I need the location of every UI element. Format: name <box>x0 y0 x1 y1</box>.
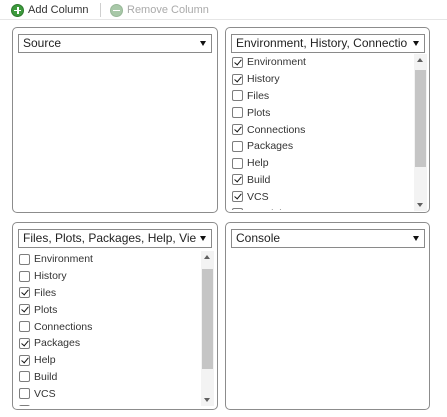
checkbox-label: Plots <box>247 106 271 119</box>
pane-top-right-select-value: Environment, History, Connectio <box>236 36 408 50</box>
checkbox[interactable] <box>19 337 30 349</box>
pane-bottom-left: Files, Plots, Packages, Help, Vie Enviro… <box>12 222 218 410</box>
checkbox-item-tutorial[interactable]: Tutorial <box>232 205 414 210</box>
checkbox-item-connections[interactable]: Connections <box>19 318 201 335</box>
scroll-up-arrow-icon[interactable] <box>204 255 210 259</box>
checkbox-item-tutorial[interactable]: Tutorial <box>19 402 201 406</box>
toolbar-divider <box>0 19 447 20</box>
checkbox[interactable] <box>232 107 243 119</box>
checkbox[interactable] <box>19 321 30 333</box>
toolbar: Add Column Remove Column <box>0 0 447 20</box>
chevron-down-icon <box>200 41 206 46</box>
add-column-label: Add Column <box>28 4 89 16</box>
checkbox-label: Files <box>247 89 270 102</box>
checkbox[interactable] <box>232 124 243 136</box>
checkbox[interactable] <box>19 371 30 383</box>
checkbox-label: Build <box>34 370 58 383</box>
checkbox-item-packages[interactable]: Packages <box>232 138 414 155</box>
checkbox-item-environment[interactable]: Environment <box>232 54 414 71</box>
remove-column-button[interactable]: Remove Column <box>110 2 209 18</box>
scroll-up-arrow-icon[interactable] <box>417 58 423 62</box>
scroll-down-arrow-icon[interactable] <box>417 203 423 207</box>
add-circle-icon <box>11 3 24 17</box>
checkbox-item-vcs[interactable]: VCS <box>232 188 414 205</box>
checkbox-item-connections[interactable]: Connections <box>232 121 414 138</box>
scroll-down-arrow-icon[interactable] <box>204 398 210 402</box>
remove-circle-icon <box>110 3 123 17</box>
pane-bottom-left-select[interactable]: Files, Plots, Packages, Help, Vie <box>18 229 212 248</box>
checkbox-label: VCS <box>34 387 56 400</box>
checkbox-label: Connections <box>247 123 306 136</box>
pane-top-right: Environment, History, Connectio Environm… <box>225 27 430 213</box>
pane-bottom-right-select[interactable]: Console <box>231 229 425 248</box>
checkbox[interactable] <box>232 73 243 85</box>
checkbox-label: Connections <box>34 320 93 333</box>
pane-top-left-select[interactable]: Source <box>18 34 212 53</box>
checkbox[interactable] <box>232 157 243 169</box>
pane-top-left-select-value: Source <box>23 36 62 50</box>
checkbox[interactable] <box>19 304 30 316</box>
toolbar-separator <box>100 3 101 17</box>
checkbox-item-history[interactable]: History <box>19 268 201 285</box>
scrollbar-thumb[interactable] <box>415 70 426 167</box>
checkbox-item-plots[interactable]: Plots <box>19 301 201 318</box>
checkbox-label: Build <box>247 173 271 186</box>
checkbox-item-help[interactable]: Help <box>232 155 414 172</box>
pane-bottom-right-select-value: Console <box>236 231 281 245</box>
checkbox[interactable] <box>19 388 30 400</box>
checkbox[interactable] <box>232 56 243 68</box>
checkbox-label: Environment <box>34 253 93 266</box>
checkbox[interactable] <box>19 253 30 265</box>
checkbox-label: Plots <box>34 303 58 316</box>
pane-bottom-left-list: Environment History Files Plots Connections P… <box>19 251 201 406</box>
checkbox-item-packages[interactable]: Packages <box>19 335 201 352</box>
chevron-down-icon <box>413 236 419 241</box>
checkbox[interactable] <box>19 287 30 299</box>
checkbox[interactable] <box>232 191 243 203</box>
checkbox-label: Packages <box>34 337 81 350</box>
checkbox-item-files[interactable]: Files <box>232 88 414 105</box>
checkbox[interactable] <box>19 405 30 406</box>
checkbox-item-help[interactable]: Help <box>19 352 201 369</box>
scrollbar-thumb[interactable] <box>202 269 213 369</box>
checkbox[interactable] <box>19 354 30 366</box>
checkbox-item-environment[interactable]: Environment <box>19 251 201 268</box>
pane-top-right-list: Environment History Files Plots Connections P… <box>232 54 414 210</box>
checkbox-label: Tutorial <box>34 405 69 406</box>
checkbox-item-history[interactable]: History <box>232 71 414 88</box>
add-column-button[interactable]: Add Column <box>11 2 89 18</box>
checkbox-label: Environment <box>247 56 306 69</box>
checkbox-item-vcs[interactable]: VCS <box>19 385 201 402</box>
checkbox-label: History <box>34 270 67 283</box>
checkbox[interactable] <box>232 174 243 186</box>
checkbox-label: VCS <box>247 190 269 203</box>
pane-top-right-select[interactable]: Environment, History, Connectio <box>231 34 425 53</box>
chevron-down-icon <box>413 41 419 46</box>
pane-bottom-left-select-value: Files, Plots, Packages, Help, Vie <box>23 231 197 245</box>
checkbox-label: Files <box>34 286 57 299</box>
pane-bottom-left-scrollbar[interactable] <box>201 251 214 406</box>
checkbox-item-build[interactable]: Build <box>232 172 414 189</box>
checkbox-label: Packages <box>247 140 294 153</box>
pane-top-left: Source <box>12 27 218 213</box>
checkbox-label: Tutorial <box>247 208 282 210</box>
checkbox-item-build[interactable]: Build <box>19 369 201 386</box>
checkbox-label: Help <box>34 354 56 367</box>
pane-top-right-scrollbar[interactable] <box>414 54 427 211</box>
pane-bottom-right: Console <box>225 222 430 410</box>
chevron-down-icon <box>200 236 206 241</box>
checkbox[interactable] <box>232 208 243 210</box>
checkbox-label: History <box>247 73 280 86</box>
checkbox[interactable] <box>232 140 243 152</box>
checkbox-item-files[interactable]: Files <box>19 285 201 302</box>
checkbox[interactable] <box>19 270 30 282</box>
checkbox[interactable] <box>232 90 243 102</box>
checkbox-label: Help <box>247 157 269 170</box>
remove-column-label: Remove Column <box>127 4 209 16</box>
checkbox-item-plots[interactable]: Plots <box>232 104 414 121</box>
